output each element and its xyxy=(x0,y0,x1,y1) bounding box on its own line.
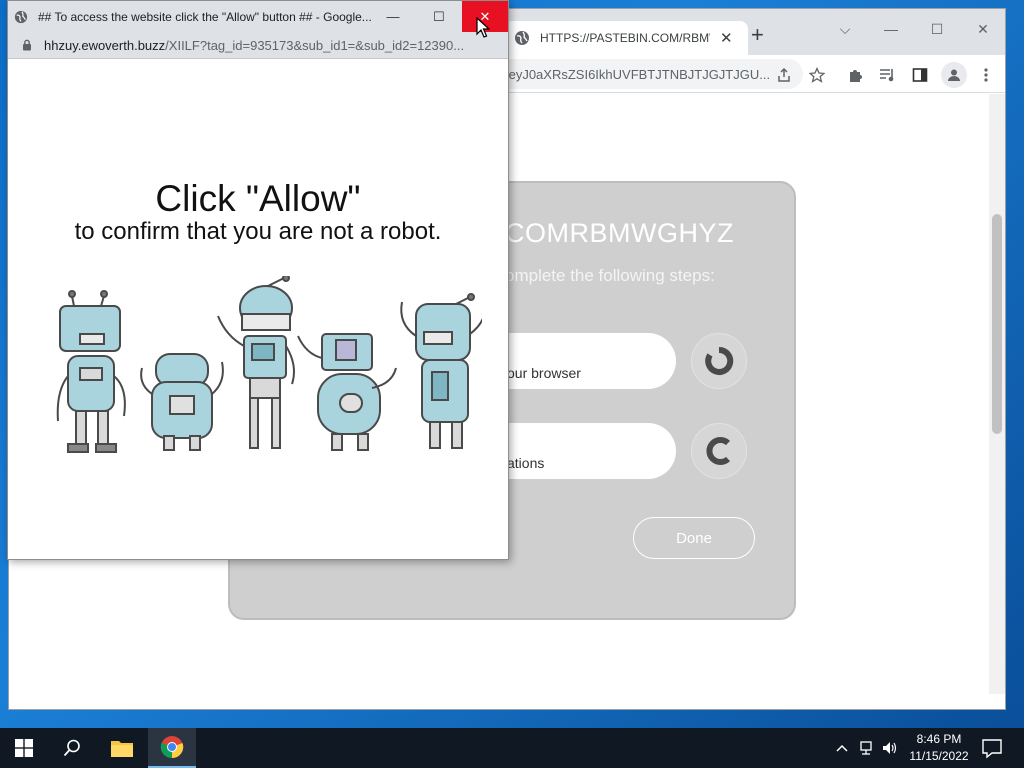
card-subtitle: omplete the following steps: xyxy=(505,266,715,285)
address-bar[interactable]: =eyJ0aXRsZSI6IkhUVFBTJTNBJTJGJTJGU... xyxy=(501,59,803,89)
start-button[interactable] xyxy=(0,728,48,768)
popup-minimize-button[interactable]: — xyxy=(370,1,416,32)
star-icon[interactable] xyxy=(806,64,828,86)
step-2-label: ations xyxy=(507,455,545,471)
network-icon[interactable] xyxy=(858,741,874,755)
done-button[interactable]: Done xyxy=(633,517,755,559)
step-2-spinner-icon xyxy=(691,423,747,479)
minimize-button[interactable]: — xyxy=(871,15,911,43)
volume-icon[interactable] xyxy=(882,741,898,755)
robots-illustration xyxy=(56,276,482,453)
card-title: COMRBMWGHYZ xyxy=(505,218,734,248)
tab-pastebin[interactable]: HTTPS://PASTEBIN.COM/RBMWGHYZ ✕ xyxy=(504,21,748,55)
tab-close-icon[interactable]: ✕ xyxy=(720,29,733,47)
windows-icon xyxy=(15,739,33,757)
chrome-icon xyxy=(160,736,184,759)
file-explorer-button[interactable] xyxy=(98,728,146,768)
popup-maximize-button[interactable]: ☐ xyxy=(416,1,462,32)
chevron-up-icon[interactable] xyxy=(836,744,848,752)
popup-address-bar: hhzuy.ewoverth.buzz/XIILF?tag_id=935173&… xyxy=(8,32,508,59)
search-icon xyxy=(63,739,80,757)
scrollbar[interactable] xyxy=(989,94,1005,694)
scroll-thumb[interactable] xyxy=(992,214,1002,434)
clock-time: 8:46 PM xyxy=(916,732,962,746)
globe-icon xyxy=(515,31,529,45)
globe-icon xyxy=(14,10,28,23)
popup-url-path: /XIILF?tag_id=935173&sub_id1=&sub_id2=12… xyxy=(165,37,465,53)
address-url: =eyJ0aXRsZSI6IkhUVFBTJTNBJTJGJTJGU... xyxy=(501,66,769,82)
share-icon[interactable] xyxy=(773,64,795,86)
folder-icon xyxy=(111,741,133,757)
clock[interactable]: 8:46 PM 11/15/2022 xyxy=(904,731,974,765)
close-button[interactable]: ✕ xyxy=(963,15,1003,43)
media-icon[interactable] xyxy=(877,64,899,86)
maximize-button[interactable]: ☐ xyxy=(917,15,957,43)
popup-subheading: to confirm that you are not a robot. xyxy=(74,218,442,245)
popup-url-host: hhzuy.ewoverth.buzz xyxy=(44,37,166,53)
tab-search-icon[interactable]: ⌵ xyxy=(825,15,865,43)
notification-icon[interactable] xyxy=(980,736,1004,760)
popup-window: ## To access the website click the "Allo… xyxy=(7,0,509,560)
side-panel-icon[interactable] xyxy=(909,64,931,86)
puzzle-icon[interactable] xyxy=(845,64,867,86)
system-tray xyxy=(836,728,898,768)
tab-title: HTTPS://PASTEBIN.COM/RBMWGHYZ xyxy=(540,31,710,45)
kebab-menu-icon[interactable] xyxy=(975,64,997,86)
popup-heading: Click "Allow" xyxy=(155,178,361,219)
new-tab-button[interactable]: + xyxy=(751,24,764,46)
profile-icon[interactable] xyxy=(941,62,967,88)
taskbar: 8:46 PM 11/15/2022 xyxy=(0,728,1024,768)
step-1-spinner-icon xyxy=(691,333,747,389)
clock-date: 11/15/2022 xyxy=(909,749,969,763)
chrome-taskbar-button[interactable] xyxy=(148,728,196,768)
popup-title: ## To access the website click the "Allo… xyxy=(38,9,372,24)
lock-icon xyxy=(23,39,31,51)
popup-url: hhzuy.ewoverth.buzz/XIILF?tag_id=935173&… xyxy=(44,38,498,53)
search-button[interactable] xyxy=(48,728,96,768)
step-1-label: our browser xyxy=(507,365,581,381)
mouse-cursor-icon xyxy=(476,17,490,38)
